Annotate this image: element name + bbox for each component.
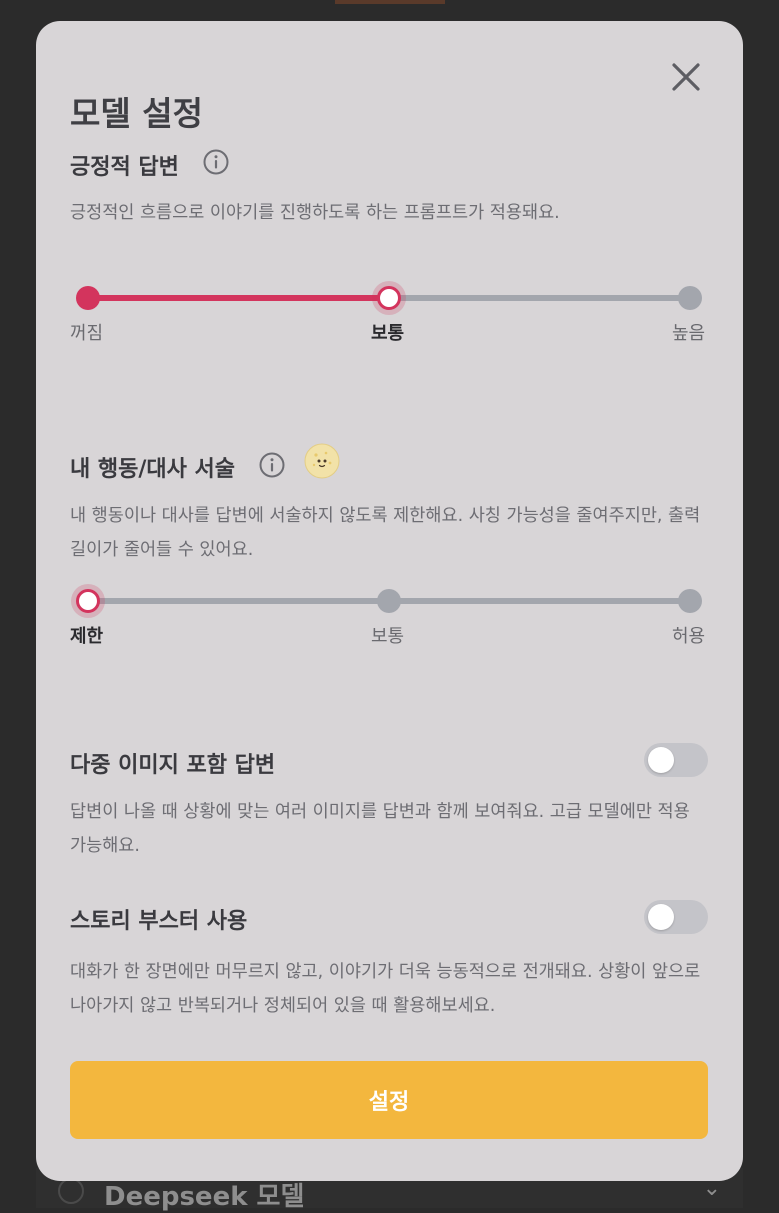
toggle-knob (648, 747, 674, 773)
option-off-label[interactable]: 꺼짐 (70, 319, 103, 345)
slider-stop[interactable] (377, 589, 401, 613)
close-icon[interactable] (668, 59, 704, 95)
positive-answer-slider[interactable] (76, 283, 702, 313)
model-settings-modal: 모델 설정 긍정적 답변 긍정적인 흐름으로 이야기를 진행하도록 하는 프롬프… (36, 21, 743, 1181)
narration-slider[interactable] (76, 586, 702, 616)
save-settings-button[interactable]: 설정 (70, 1061, 708, 1139)
info-icon[interactable] (258, 451, 286, 479)
toggle-knob (648, 904, 674, 930)
story-booster-toggle[interactable] (644, 900, 708, 934)
slider-stop[interactable] (76, 286, 100, 310)
multi-image-toggle[interactable] (644, 743, 708, 777)
multi-image-description: 답변이 나올 때 상황에 맞는 여러 이미지를 답변과 함께 보여줘요. 고급 … (70, 802, 690, 856)
option-restrict-label[interactable]: 제한 (70, 622, 103, 648)
slider-stop[interactable] (678, 589, 702, 613)
positive-answer-description: 긍정적인 흐름으로 이야기를 진행하도록 하는 프롬프트가 적용돼요. (70, 203, 560, 223)
narration-title: 내 행동/대사 서술 (70, 457, 236, 482)
background-strip (335, 0, 445, 4)
story-booster-title: 스토리 부스터 사용 (70, 909, 248, 934)
info-icon[interactable] (202, 148, 230, 176)
slider-stop[interactable] (678, 286, 702, 310)
option-normal-label[interactable]: 보통 (371, 622, 404, 648)
slider-stop[interactable] (76, 589, 100, 613)
slider-stop[interactable] (377, 286, 401, 310)
multi-image-title: 다중 이미지 포함 답변 (70, 753, 276, 778)
slider-fill (88, 295, 389, 301)
narration-description: 내 행동이나 대사를 답변에 서술하지 않도록 제한해요. 사칭 가능성을 줄여… (70, 506, 701, 560)
sparkle-emoji-icon (304, 443, 340, 479)
option-high-label[interactable]: 높음 (672, 319, 705, 345)
option-allow-label[interactable]: 허용 (672, 622, 705, 648)
modal-title: 모델 설정 (70, 94, 203, 133)
positive-answer-title: 긍정적 답변 (70, 155, 179, 180)
model-icon (58, 1178, 84, 1204)
option-normal-label[interactable]: 보통 (371, 319, 404, 345)
story-booster-description: 대화가 한 장면에만 머무르지 않고, 이야기가 더욱 능동적으로 전개돼요. … (70, 962, 701, 1016)
model-selector-label: Deepseek 모델 (104, 1182, 305, 1212)
